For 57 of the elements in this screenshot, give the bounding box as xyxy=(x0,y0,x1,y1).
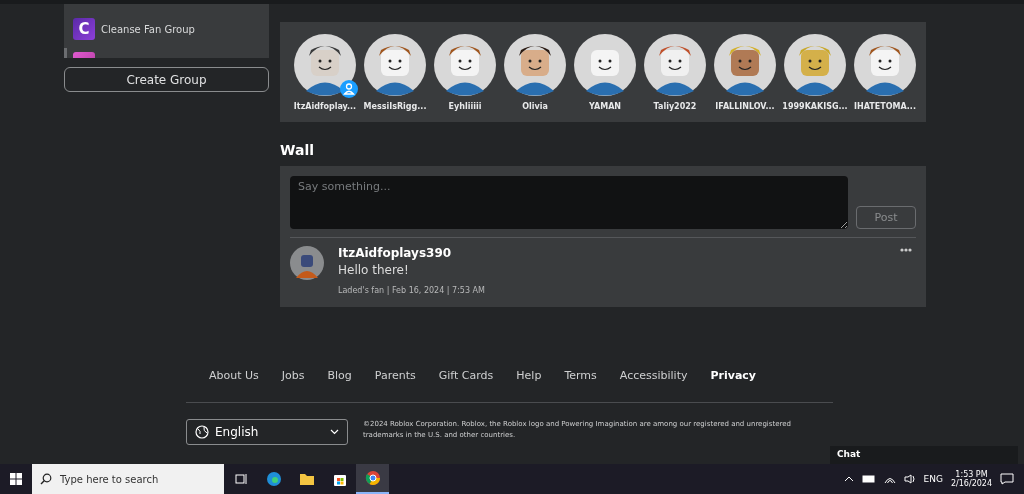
search-icon xyxy=(40,473,52,485)
member-name[interactable]: MessiIsRigg... xyxy=(363,102,427,111)
group-item[interactable]: C Cleanse Fan Group xyxy=(64,14,269,44)
avatar-icon[interactable] xyxy=(294,34,356,96)
avatar-icon[interactable] xyxy=(364,34,426,96)
member-name[interactable]: Olivia xyxy=(522,102,548,111)
wall-heading: Wall xyxy=(280,142,315,158)
member-name[interactable]: 1999KAKISG... xyxy=(782,102,848,111)
search-placeholder: Type here to search xyxy=(60,473,159,485)
member-name[interactable]: YAMAN xyxy=(588,102,622,111)
browser-icon xyxy=(364,470,381,486)
language-select[interactable]: English xyxy=(186,419,348,445)
footer-link[interactable]: Jobs xyxy=(281,369,305,382)
footer-link[interactable]: Gift Cards xyxy=(438,369,494,382)
chat-panel[interactable]: Chat xyxy=(830,446,1018,464)
input-language[interactable]: ENG xyxy=(923,474,943,484)
avatar-icon[interactable] xyxy=(714,34,776,96)
windows-start-icon[interactable] xyxy=(10,473,22,485)
member-name[interactable]: Taliy2022 xyxy=(653,102,697,111)
footer-link[interactable]: Help xyxy=(516,369,542,382)
wall-post-field[interactable]: Say something... xyxy=(290,176,848,229)
swirl-icon xyxy=(265,471,282,487)
avatar-icon[interactable] xyxy=(784,34,846,96)
notification-icon[interactable] xyxy=(1000,473,1014,485)
avatar-icon[interactable] xyxy=(434,34,496,96)
battery-icon[interactable] xyxy=(861,475,876,483)
chevron-up-icon[interactable] xyxy=(843,476,854,482)
footer-link[interactable]: Parents xyxy=(374,369,416,382)
post-meta: Laded's fan | Feb 16, 2024 | 7:53 AM xyxy=(338,286,485,295)
footer-link[interactable]: About Us xyxy=(209,369,259,382)
globe-icon xyxy=(195,425,209,439)
footer-link[interactable]: Privacy xyxy=(710,369,757,382)
task-view-icon xyxy=(232,471,249,487)
post-text: Hello there! xyxy=(338,263,410,277)
chevron-down-icon xyxy=(330,429,339,435)
member-name[interactable]: Eyhliiiii xyxy=(448,102,482,111)
member-name[interactable]: IHATETOMA... xyxy=(854,102,916,111)
group-name: Cleanse Fan Group xyxy=(101,23,195,35)
footer-link[interactable]: Terms xyxy=(564,369,597,382)
post-author[interactable]: ItzAidfoplays390 xyxy=(338,246,485,260)
language-label: English xyxy=(215,425,260,439)
folder-icon xyxy=(298,471,315,487)
footer-link[interactable]: Accessibility xyxy=(619,369,688,382)
group-logo: C xyxy=(73,18,95,40)
browser-button[interactable] xyxy=(356,464,389,494)
member-name[interactable]: IFALLINLOV... xyxy=(715,102,775,111)
avatar-icon[interactable] xyxy=(574,34,636,96)
clock[interactable]: 1:53 PM 2/16/2024 xyxy=(950,470,992,488)
avatar-icon[interactable] xyxy=(854,34,916,96)
create-group-button[interactable]: Create Group xyxy=(64,67,269,92)
taskbar-search-field[interactable]: Type here to search xyxy=(32,464,224,494)
member-name[interactable]: ItzAidfoplay... xyxy=(293,102,357,111)
more-options-icon[interactable] xyxy=(900,248,912,252)
avatar-icon[interactable] xyxy=(504,34,566,96)
speaker-icon[interactable] xyxy=(903,474,916,484)
avatar-icon[interactable] xyxy=(644,34,706,96)
footer-link[interactable]: Blog xyxy=(327,369,352,382)
